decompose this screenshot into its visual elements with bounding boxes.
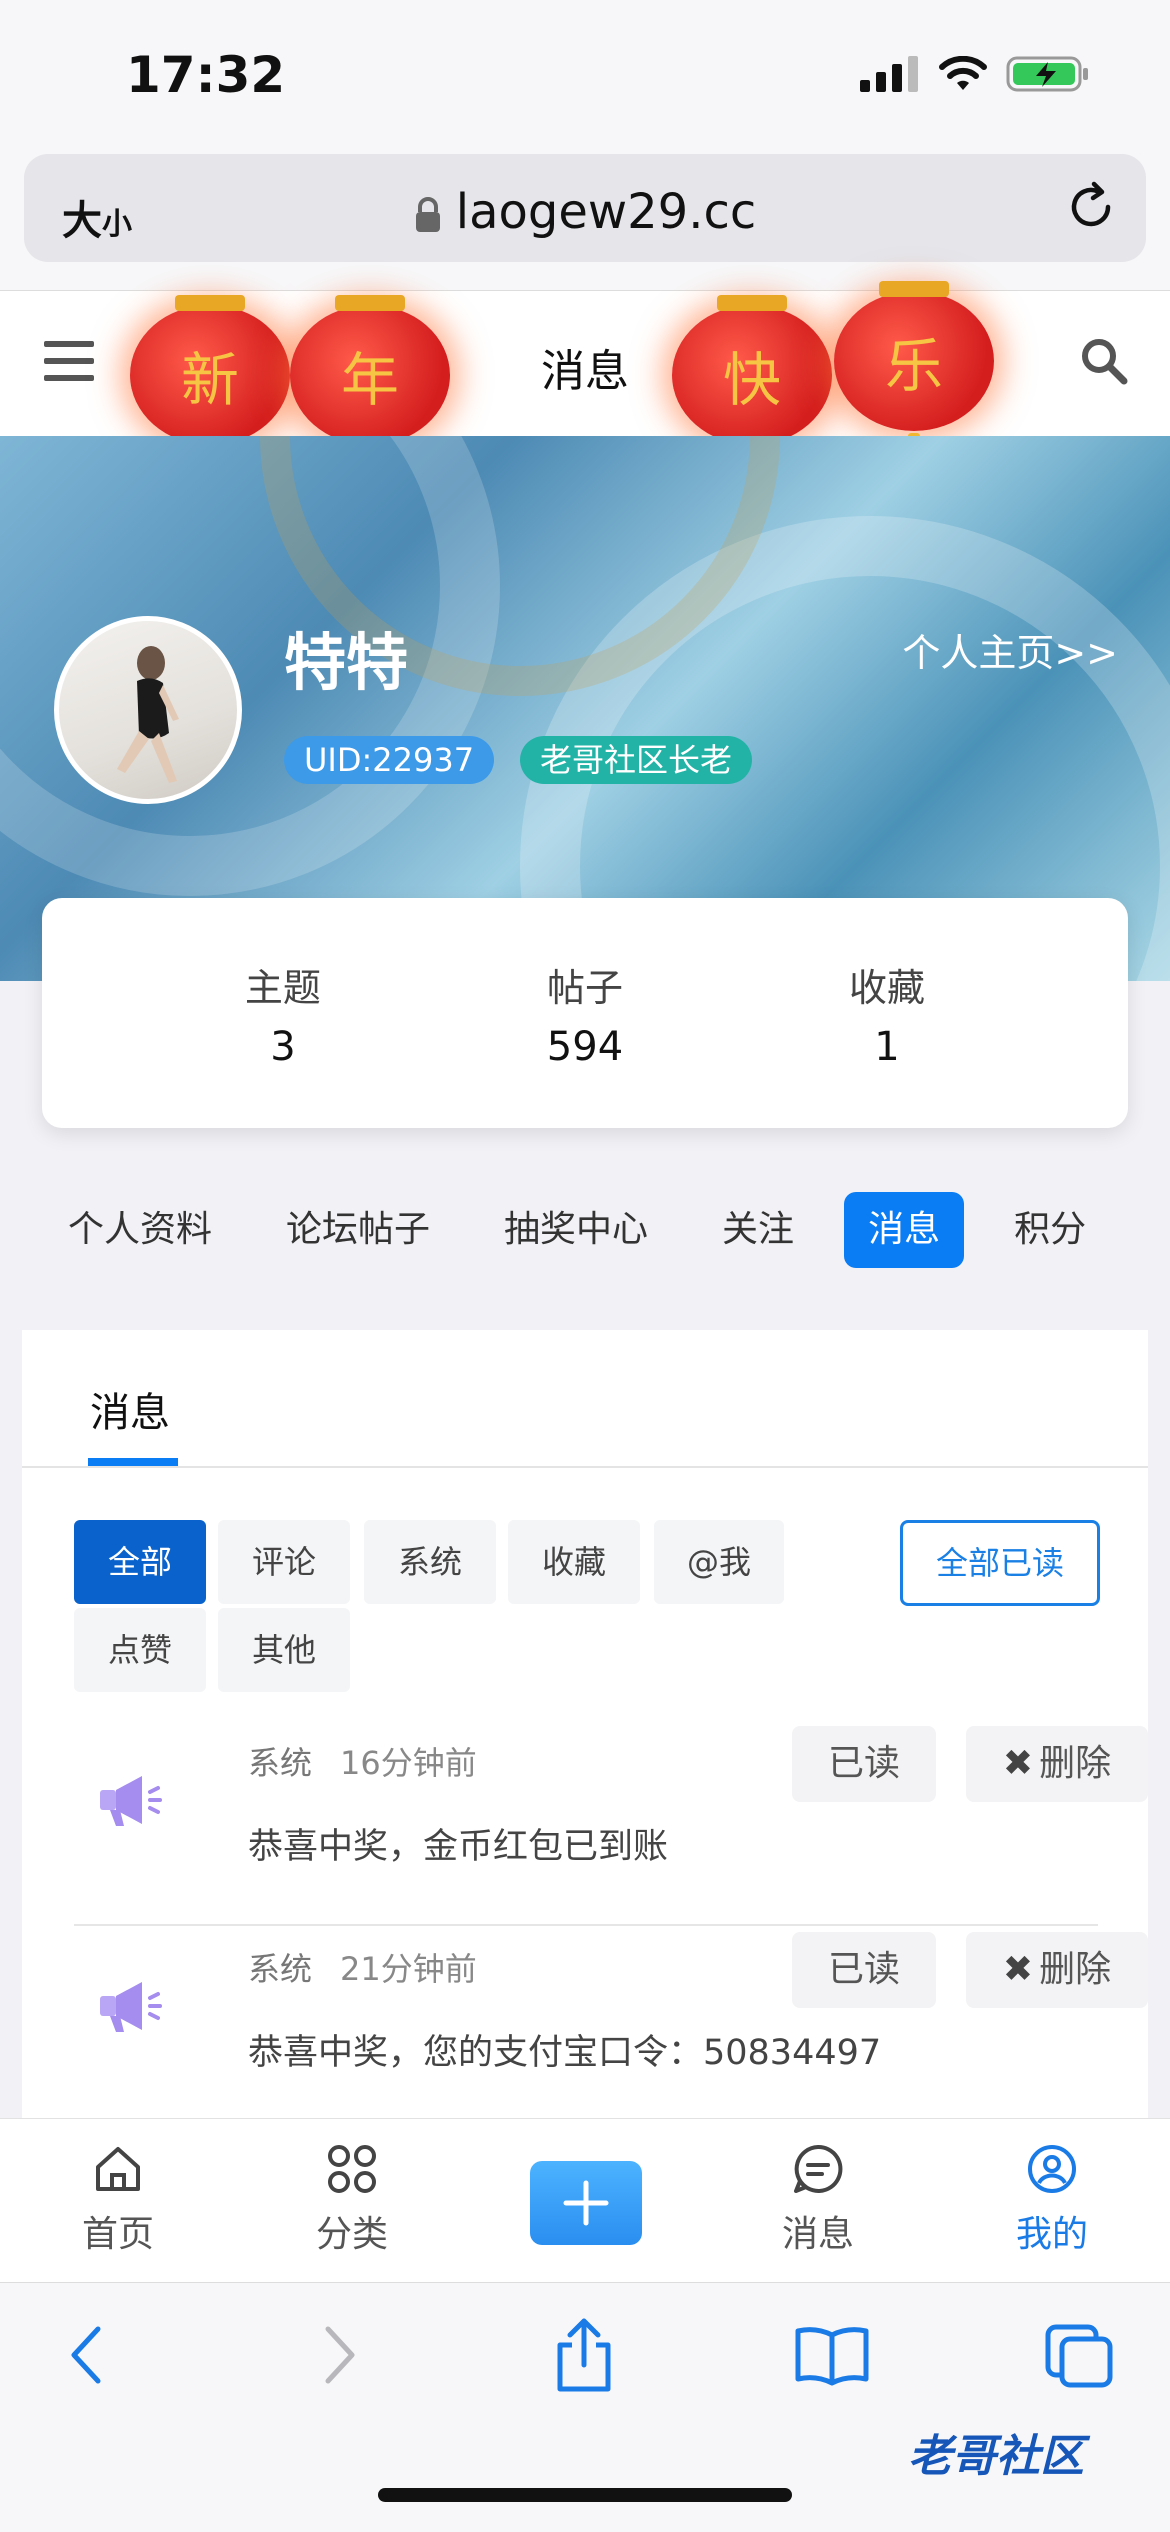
bottom-nav: 首页 分类 消息 我的	[0, 2118, 1170, 2282]
tabs-icon[interactable]	[1044, 2323, 1114, 2389]
message-type: 系统	[248, 1744, 313, 1782]
lock-icon	[415, 197, 440, 232]
chat-icon	[794, 2144, 843, 2193]
tab-forum-posts[interactable]: 论坛帖子	[262, 1192, 454, 1268]
profile-tabs: 个人资料 论坛帖子 抽奖中心 关注 消息 积分	[0, 1180, 1170, 1280]
stat-favorites[interactable]: 收藏 1	[849, 957, 925, 1070]
stat-value: 1	[874, 1023, 900, 1070]
filter-mentions[interactable]: @我	[654, 1520, 784, 1604]
active-tab-indicator	[88, 1458, 178, 1466]
message-time: 16分钟前	[340, 1744, 477, 1782]
filter-system[interactable]: 系统	[364, 1520, 496, 1604]
battery-charging-icon	[1006, 56, 1088, 92]
url-text: laogew29.cc	[455, 184, 757, 240]
messages-panel: 消息 全部 评论 系统 收藏 @我 点赞 其他 全部已读 系统 16分钟前 恭喜…	[22, 1330, 1148, 2132]
stat-value: 3	[270, 1023, 296, 1070]
lantern-decoration: 乐	[834, 281, 994, 489]
nav-mine-label: 我的	[1015, 2214, 1088, 2255]
user-circle-icon	[1028, 2145, 1076, 2193]
wifi-icon	[939, 56, 987, 90]
plus-icon	[563, 2180, 609, 2226]
nav-messages-label: 消息	[781, 2214, 854, 2255]
uid-badge: UID:22937	[284, 736, 495, 784]
mark-read-button[interactable]: 已读	[792, 1726, 936, 1802]
tab-profile[interactable]: 个人资料	[44, 1192, 236, 1268]
message-item[interactable]: 系统 16分钟前 恭喜中奖，金币红包已到账 已读 ✖ 删除	[74, 1720, 1148, 1926]
grid-icon	[328, 2145, 376, 2193]
nav-messages[interactable]: 消息	[748, 2143, 888, 2257]
share-icon[interactable]	[552, 2317, 616, 2393]
nav-category[interactable]: 分类	[282, 2143, 422, 2257]
filter-likes[interactable]: 点赞	[74, 1608, 206, 1692]
avatar-figure	[117, 646, 179, 783]
message-type: 系统	[248, 1950, 313, 1988]
stats-card: 主题 3 帖子 594 收藏 1	[42, 898, 1128, 1128]
nav-home-label: 首页	[81, 2214, 154, 2255]
message-text: 恭喜中奖，金币红包已到账	[248, 1827, 669, 1867]
forward-icon[interactable]	[320, 2323, 360, 2387]
close-icon: ✖	[1002, 1743, 1034, 1784]
browser-address-area: 大小 laogew29.cc	[0, 140, 1170, 290]
tab-messages[interactable]: 消息	[844, 1192, 965, 1268]
status-bar: 17:32	[0, 0, 1170, 150]
megaphone-icon	[100, 1776, 162, 1826]
mark-all-read-button[interactable]: 全部已读	[900, 1520, 1100, 1606]
username: 特特	[284, 626, 409, 699]
stat-value: 594	[546, 1023, 624, 1070]
message-time: 21分钟前	[340, 1950, 477, 1988]
reload-icon[interactable]	[1064, 180, 1118, 234]
search-icon[interactable]	[1080, 337, 1128, 385]
stat-label: 帖子	[546, 965, 623, 1010]
panel-title[interactable]: 消息	[90, 1380, 170, 1438]
page-title: 消息	[541, 346, 629, 397]
stat-topics[interactable]: 主题 3	[245, 957, 321, 1070]
status-icons	[860, 54, 1090, 94]
filter-all[interactable]: 全部	[74, 1520, 206, 1604]
filter-favorites[interactable]: 收藏	[508, 1520, 640, 1604]
home-indicator	[378, 2488, 792, 2502]
rank-badge: 老哥社区长老	[520, 736, 753, 784]
delete-button[interactable]: ✖ 删除	[966, 1932, 1148, 2008]
megaphone-icon	[100, 1982, 162, 2032]
tab-following[interactable]: 关注	[698, 1192, 818, 1268]
back-icon[interactable]	[66, 2323, 106, 2387]
signal-icon	[860, 56, 918, 92]
message-item[interactable]: 系统 21分钟前 恭喜中奖，您的支付宝口令：50834497 已读 ✖ 删除	[74, 1926, 1148, 2132]
message-text: 恭喜中奖，您的支付宝口令：50834497	[248, 2033, 882, 2073]
site-header: 新 年 消息 快 乐	[0, 281, 1170, 503]
avatar[interactable]	[54, 616, 242, 804]
stat-posts[interactable]: 帖子 594	[547, 957, 623, 1070]
stat-label: 收藏	[849, 965, 926, 1010]
delete-button[interactable]: ✖ 删除	[966, 1726, 1148, 1802]
status-time: 17:32	[126, 46, 286, 104]
home-icon	[96, 2147, 140, 2191]
new-post-button[interactable]	[530, 2161, 642, 2245]
divider	[22, 1466, 1148, 1468]
filter-comments[interactable]: 评论	[218, 1520, 350, 1604]
stat-label: 主题	[244, 965, 321, 1010]
filter-other[interactable]: 其他	[218, 1608, 350, 1692]
bookmarks-icon[interactable]	[794, 2323, 870, 2387]
address-bar[interactable]: 大小 laogew29.cc	[24, 154, 1146, 262]
tab-lottery[interactable]: 抽奖中心	[480, 1192, 672, 1268]
watermark-logo: 老哥社区	[908, 2431, 1084, 2482]
nav-category-label: 分类	[315, 2214, 388, 2255]
close-icon: ✖	[1002, 1949, 1034, 1990]
url-display[interactable]: laogew29.cc	[24, 184, 1146, 240]
nav-home[interactable]: 首页	[48, 2143, 188, 2257]
tab-points[interactable]: 积分	[990, 1192, 1110, 1268]
lantern-decoration: 快	[672, 295, 832, 503]
delete-label: 删除	[1039, 1949, 1112, 1990]
nav-mine[interactable]: 我的	[982, 2143, 1122, 2257]
mark-read-button[interactable]: 已读	[792, 1932, 936, 2008]
homepage-link[interactable]: 个人主页>>	[902, 622, 1118, 677]
delete-label: 删除	[1039, 1743, 1112, 1784]
